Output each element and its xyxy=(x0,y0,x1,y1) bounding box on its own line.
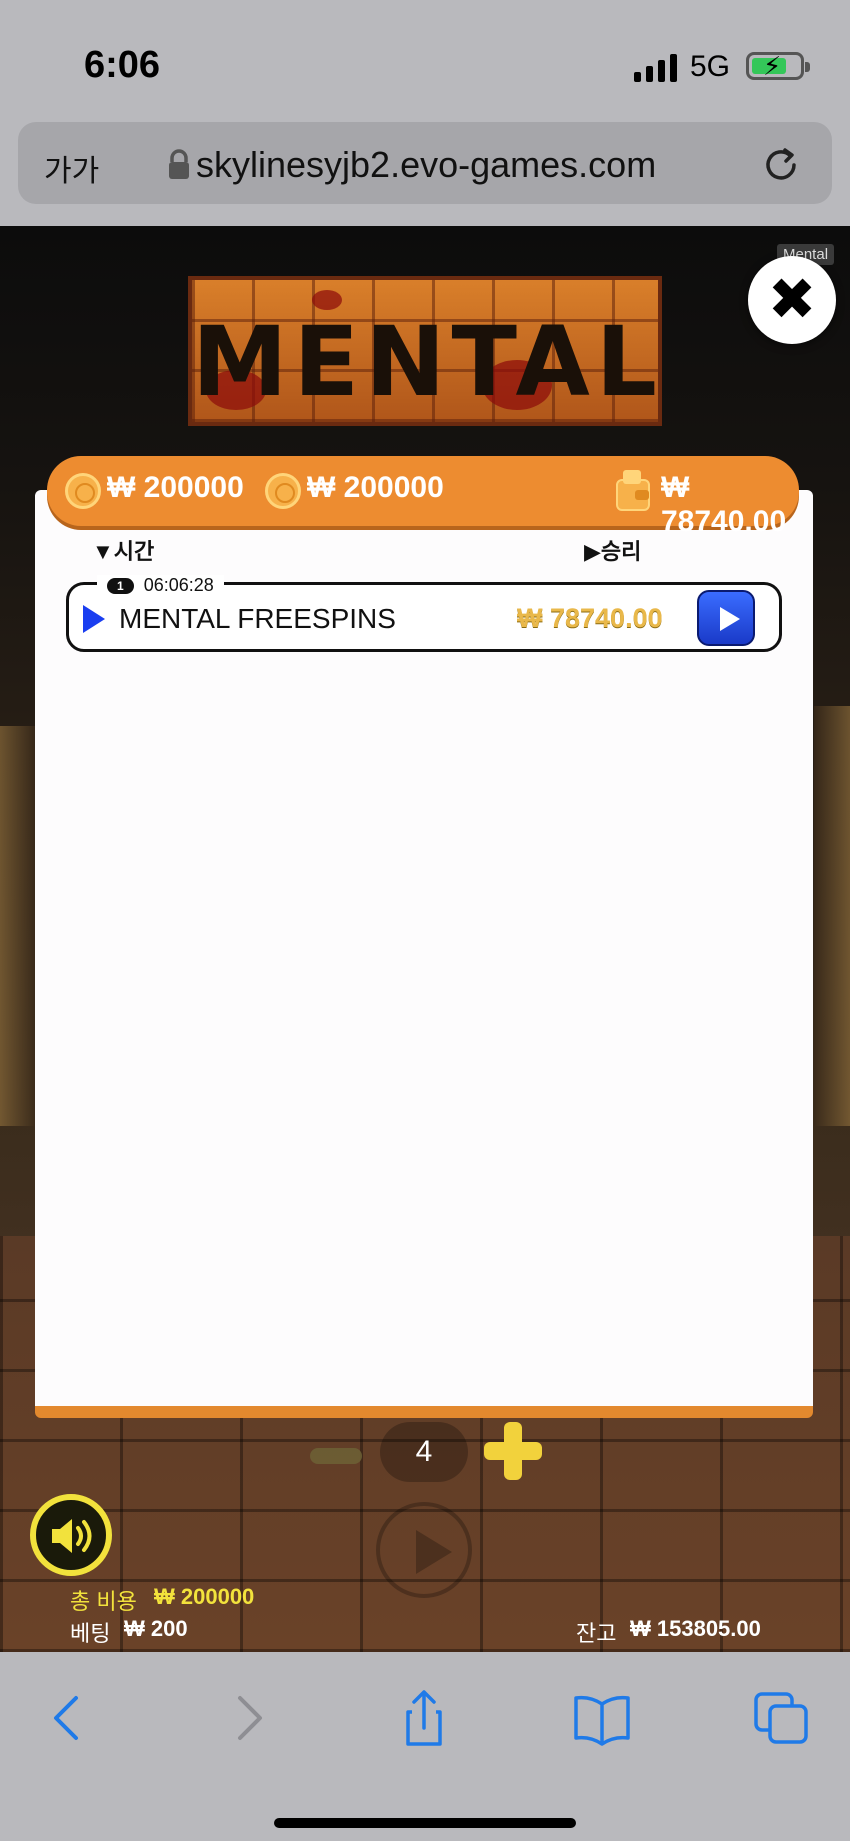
background-window-right xyxy=(814,706,850,1126)
wallet-amount: ₩ 78740.00 xyxy=(661,471,787,538)
sort-down-icon: ▼ xyxy=(92,539,114,564)
balance-bar: ₩ 200000 ₩ 200000 ₩ 78740.00 xyxy=(47,456,799,538)
game-viewport: MENTAL Mental ✖ ₩ 200000 ₩ 200000 ₩ 7874… xyxy=(0,226,850,1652)
balance-value: ₩ 153805.00 xyxy=(630,1616,761,1641)
close-icon: ✖ xyxy=(767,267,817,332)
row-index: 1 xyxy=(107,577,134,594)
home-indicator xyxy=(274,1818,576,1828)
balance-label: 잔고 xyxy=(576,1621,617,1646)
total-cost-label: 총 비용 xyxy=(70,1589,137,1614)
replay-button[interactable] xyxy=(697,590,755,646)
coin-icon xyxy=(265,473,301,509)
row-timestamp: 1 06:06:28 xyxy=(97,575,224,596)
bet-label: 베팅 xyxy=(70,1621,111,1646)
close-button[interactable]: ✖ xyxy=(748,256,836,344)
background-window-left xyxy=(0,726,36,1126)
cellular-signal-icon xyxy=(634,52,677,82)
spin-button[interactable] xyxy=(376,1502,472,1598)
share-icon[interactable] xyxy=(394,1688,454,1748)
row-title: MENTAL FREESPINS xyxy=(119,603,396,634)
clock: 6:06 xyxy=(84,44,161,86)
play-icon xyxy=(83,605,105,633)
reload-icon[interactable] xyxy=(758,142,804,188)
text-size-button[interactable]: 가가 xyxy=(44,146,99,190)
balance-amount-1: ₩ 200000 xyxy=(107,471,244,504)
back-icon[interactable] xyxy=(38,1688,98,1748)
increase-button[interactable] xyxy=(484,1422,542,1480)
tabs-icon[interactable] xyxy=(752,1688,812,1748)
browser-toolbar xyxy=(0,1652,850,1841)
decrease-button[interactable] xyxy=(310,1448,362,1464)
column-time-header[interactable]: ▼시간 xyxy=(92,534,154,566)
history-row[interactable]: 1 06:06:28 MENTAL FREESPINS ₩ 78740.00 xyxy=(66,575,782,652)
forward-icon[interactable] xyxy=(218,1688,278,1748)
column-win-header[interactable]: ▶승리 xyxy=(584,534,641,566)
logo-text: MENTAL xyxy=(192,306,663,418)
bet-value: ₩ 200 xyxy=(124,1616,188,1641)
bookmarks-icon[interactable] xyxy=(572,1688,632,1748)
game-logo: MENTAL xyxy=(188,276,662,426)
network-type: 5G xyxy=(690,50,731,83)
battery-charging-icon: ⚡ xyxy=(746,51,810,81)
row-time: 06:06:28 xyxy=(143,575,214,595)
speaker-icon xyxy=(52,1519,92,1553)
autoplay-counter: 4 xyxy=(380,1422,468,1482)
status-bar: 6:06 5G ⚡ xyxy=(0,0,850,120)
total-cost-value: ₩ 200000 xyxy=(154,1584,255,1609)
row-win-amount: ₩ 78740.00 xyxy=(517,603,663,633)
address-bar[interactable]: 가가 skylinesyjb2.evo-games.com xyxy=(18,122,832,204)
balance-amount-2: ₩ 200000 xyxy=(307,471,444,504)
sort-right-icon: ▶ xyxy=(584,539,601,564)
coin-icon xyxy=(65,473,101,509)
sound-button[interactable] xyxy=(30,1494,112,1576)
lock-icon xyxy=(169,149,189,179)
url-text[interactable]: skylinesyjb2.evo-games.com xyxy=(196,144,656,186)
